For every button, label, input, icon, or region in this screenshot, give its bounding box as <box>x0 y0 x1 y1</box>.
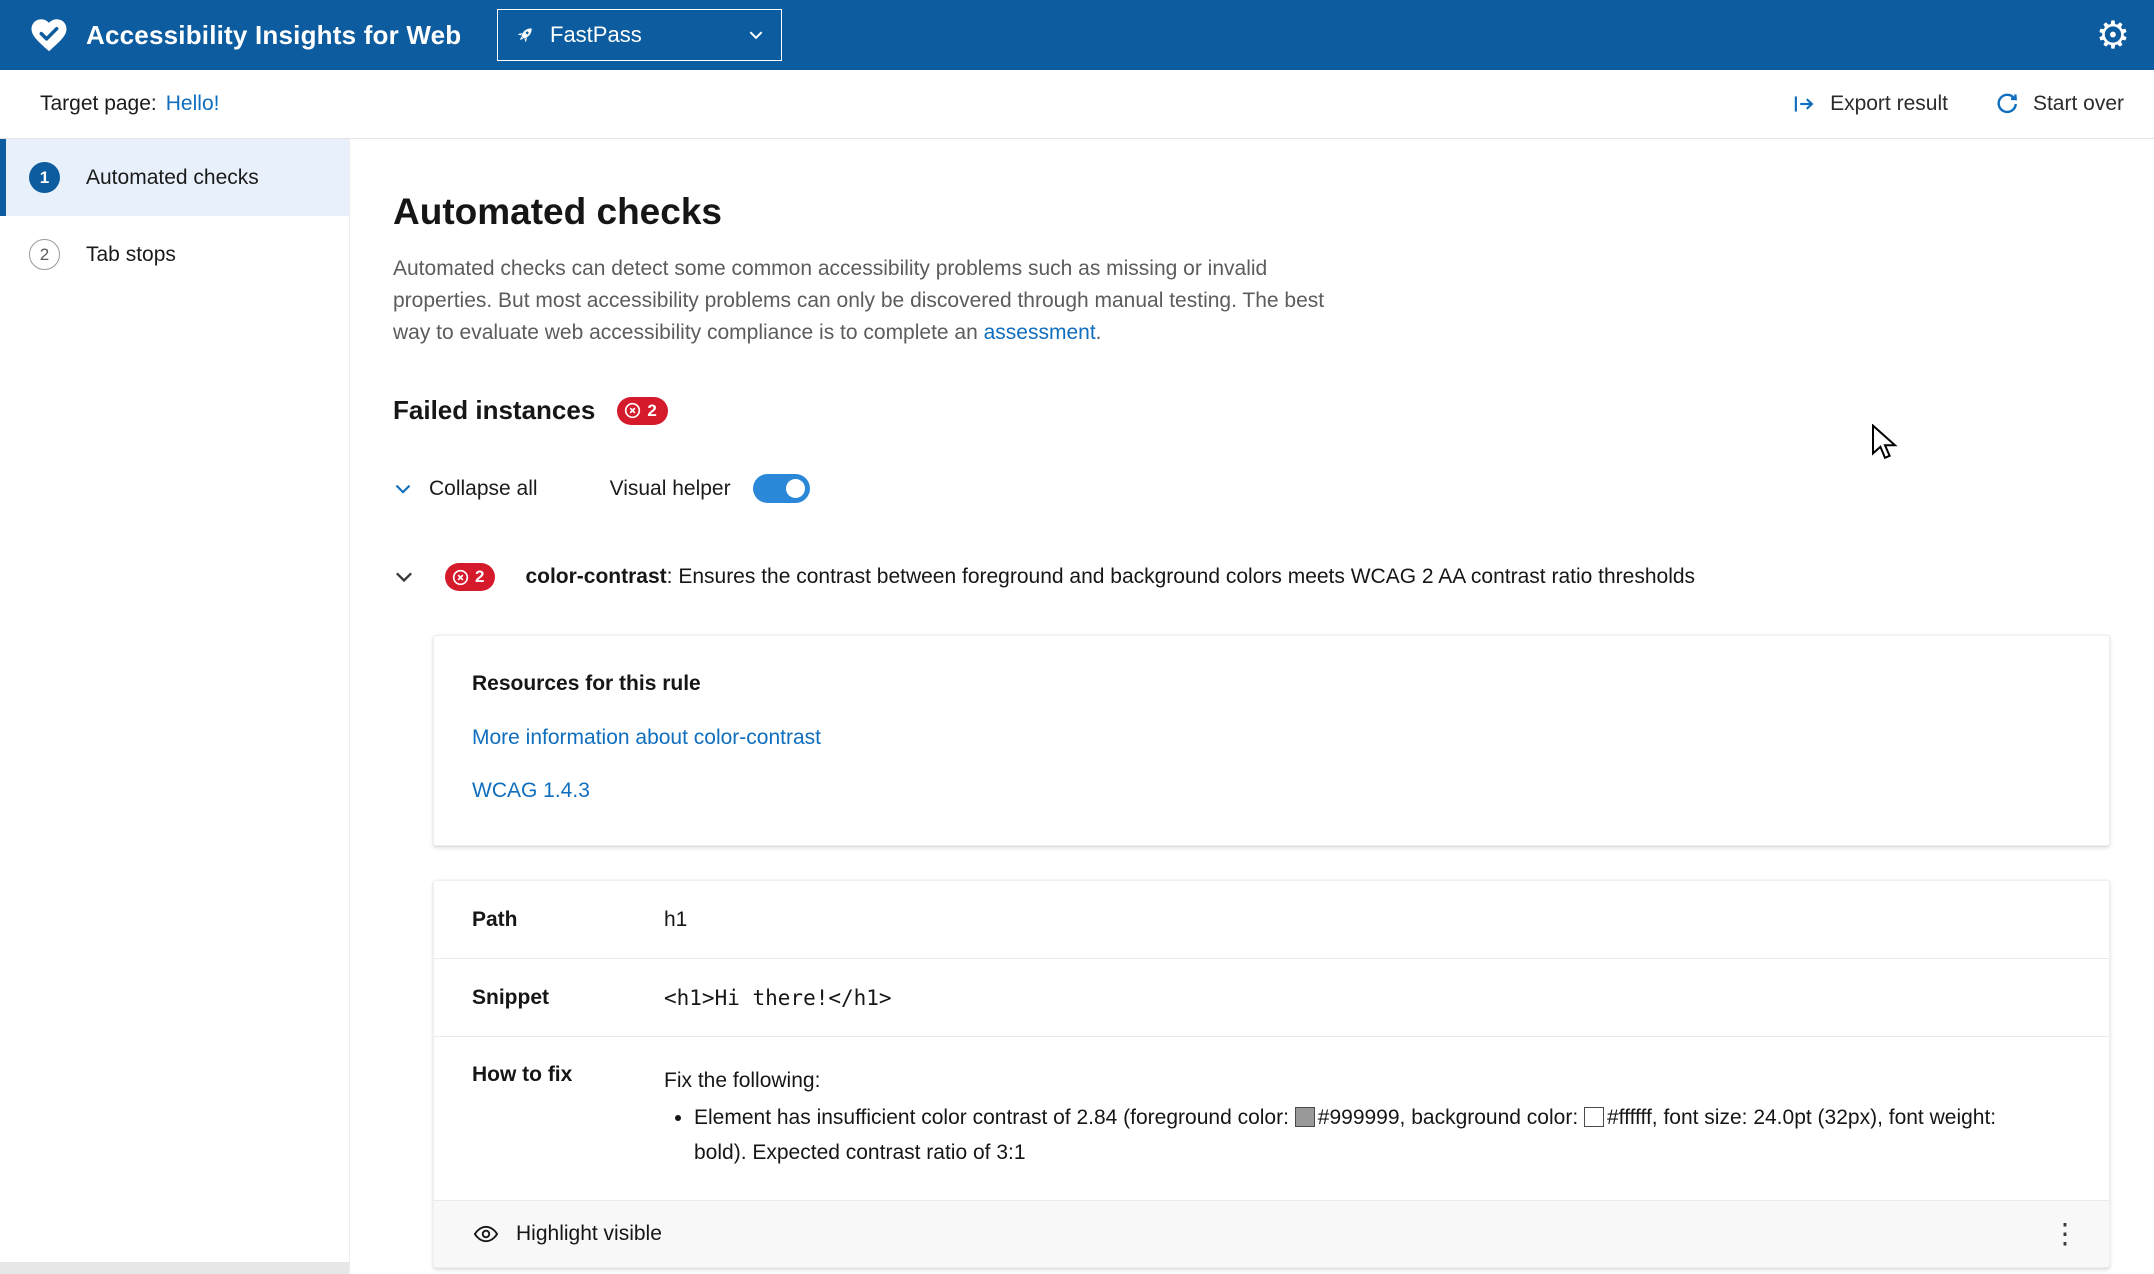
collapse-all-label: Collapse all <box>429 476 538 500</box>
kebab-menu-icon[interactable]: ⋮ <box>2043 1220 2087 1248</box>
how-to-fix-row: How to fix Fix the following: Element ha… <box>434 1037 2109 1201</box>
page-title: Automated checks <box>393 191 722 232</box>
path-value: h1 <box>664 907 688 931</box>
start-over-button[interactable]: Start over <box>1994 91 2124 117</box>
export-icon <box>1791 91 1817 117</box>
x-circle-icon <box>452 569 469 585</box>
how-to-fix-content: Fix the following: Element has insuffici… <box>664 1063 2019 1170</box>
failed-count-badge: 2 <box>617 396 668 425</box>
sidebar-item-label: Tab stops <box>86 242 176 266</box>
sidebar-item-automated-checks[interactable]: 1 Automated checks <box>0 139 349 216</box>
intro-text: Automated checks can detect some common … <box>393 257 1325 344</box>
how-to-fix-label: How to fix <box>472 1063 573 1086</box>
more-info-link[interactable]: More information about color-contrast <box>472 726 2071 750</box>
target-page-link[interactable]: Hello! <box>166 92 220 116</box>
snippet-label: Snippet <box>472 985 549 1009</box>
highlight-visible-button[interactable]: Highlight visible <box>472 1220 662 1248</box>
rule-description: : Ensures the contrast between foregroun… <box>666 565 1696 588</box>
path-row: Path h1 <box>434 881 2109 959</box>
collapse-all-button[interactable]: Collapse all <box>393 477 538 501</box>
sidebar-footer-strip <box>0 1262 349 1274</box>
wcag-link[interactable]: WCAG 1.4.3 <box>472 779 2071 803</box>
eye-icon <box>472 1220 500 1248</box>
toggle-knob <box>785 479 805 498</box>
failed-count: 2 <box>647 400 657 420</box>
export-result-label: Export result <box>1830 92 1948 115</box>
app-title: Accessibility Insights for Web <box>86 19 462 50</box>
background-color-value: #ffffff <box>1606 1106 1652 1129</box>
foreground-color-swatch <box>1294 1107 1315 1127</box>
resources-card: Resources for this rule More information… <box>433 635 2110 846</box>
assessment-link[interactable]: assessment <box>984 321 1096 344</box>
intro-period: . <box>1095 321 1102 344</box>
rule-name: color-contrast <box>525 565 667 588</box>
step-number-2: 2 <box>29 239 60 270</box>
fastpass-label: FastPass <box>550 22 642 47</box>
rocket-icon <box>514 24 536 46</box>
step-number-1: 1 <box>29 162 60 193</box>
rule-title: color-contrast: Ensures the contrast bet… <box>525 565 1695 589</box>
background-color-swatch <box>1583 1107 1604 1127</box>
foreground-color-value: #999999 <box>1317 1106 1400 1129</box>
rule-fail-count-badge: 2 <box>445 563 496 591</box>
fix-intro: Fix the following: <box>664 1069 821 1092</box>
fix-text-pre: Element has insufficient color contrast … <box>694 1106 1295 1129</box>
failed-instances-heading: Failed instances <box>393 395 596 425</box>
x-circle-icon <box>625 402 641 419</box>
chevron-down-icon <box>393 479 413 499</box>
instance-details-card: Path h1 Snippet <h1>Hi there!</h1> How t… <box>433 880 2110 1268</box>
target-page-label: Target page: <box>40 92 157 115</box>
left-nav: 1 Automated checks 2 Tab stops <box>0 139 350 1274</box>
snippet-row: Snippet <h1>Hi there!</h1> <box>434 959 2109 1037</box>
export-result-button[interactable]: Export result <box>1791 91 1948 117</box>
chevron-down-icon <box>747 26 765 44</box>
fix-bullet: Element has insufficient color contrast … <box>694 1100 2019 1170</box>
instance-card-footer: Highlight visible ⋮ <box>434 1201 2109 1267</box>
sidebar-item-tab-stops[interactable]: 2 Tab stops <box>0 216 349 293</box>
app-logo-heart-icon <box>28 14 70 56</box>
rule-expander-chevron-icon[interactable] <box>393 566 415 588</box>
start-over-label: Start over <box>2032 92 2124 115</box>
fix-text-mid: , background color: <box>1399 1106 1584 1129</box>
intro-paragraph: Automated checks can detect some common … <box>393 253 1338 349</box>
subheader-bar: Target page: Hello! Export result Start … <box>0 70 2154 139</box>
main-content: Automated checks Automated checks can de… <box>350 139 2154 1274</box>
highlight-visible-label: Highlight visible <box>516 1222 662 1245</box>
resources-title: Resources for this rule <box>472 672 701 695</box>
path-label: Path <box>472 907 518 931</box>
rule-fail-count: 2 <box>475 567 485 586</box>
refresh-icon <box>1994 91 2020 117</box>
visual-helper-label: Visual helper <box>609 476 731 500</box>
app-header: Accessibility Insights for Web FastPass … <box>0 0 2154 70</box>
target-page: Target page: Hello! <box>40 92 219 116</box>
fastpass-dropdown[interactable]: FastPass <box>497 9 782 61</box>
snippet-value: <h1>Hi there!</h1> <box>664 985 892 1010</box>
settings-gear-icon[interactable]: ⚙ <box>2090 15 2136 55</box>
sidebar-item-label: Automated checks <box>86 165 259 189</box>
visual-helper-toggle[interactable] <box>752 474 810 503</box>
